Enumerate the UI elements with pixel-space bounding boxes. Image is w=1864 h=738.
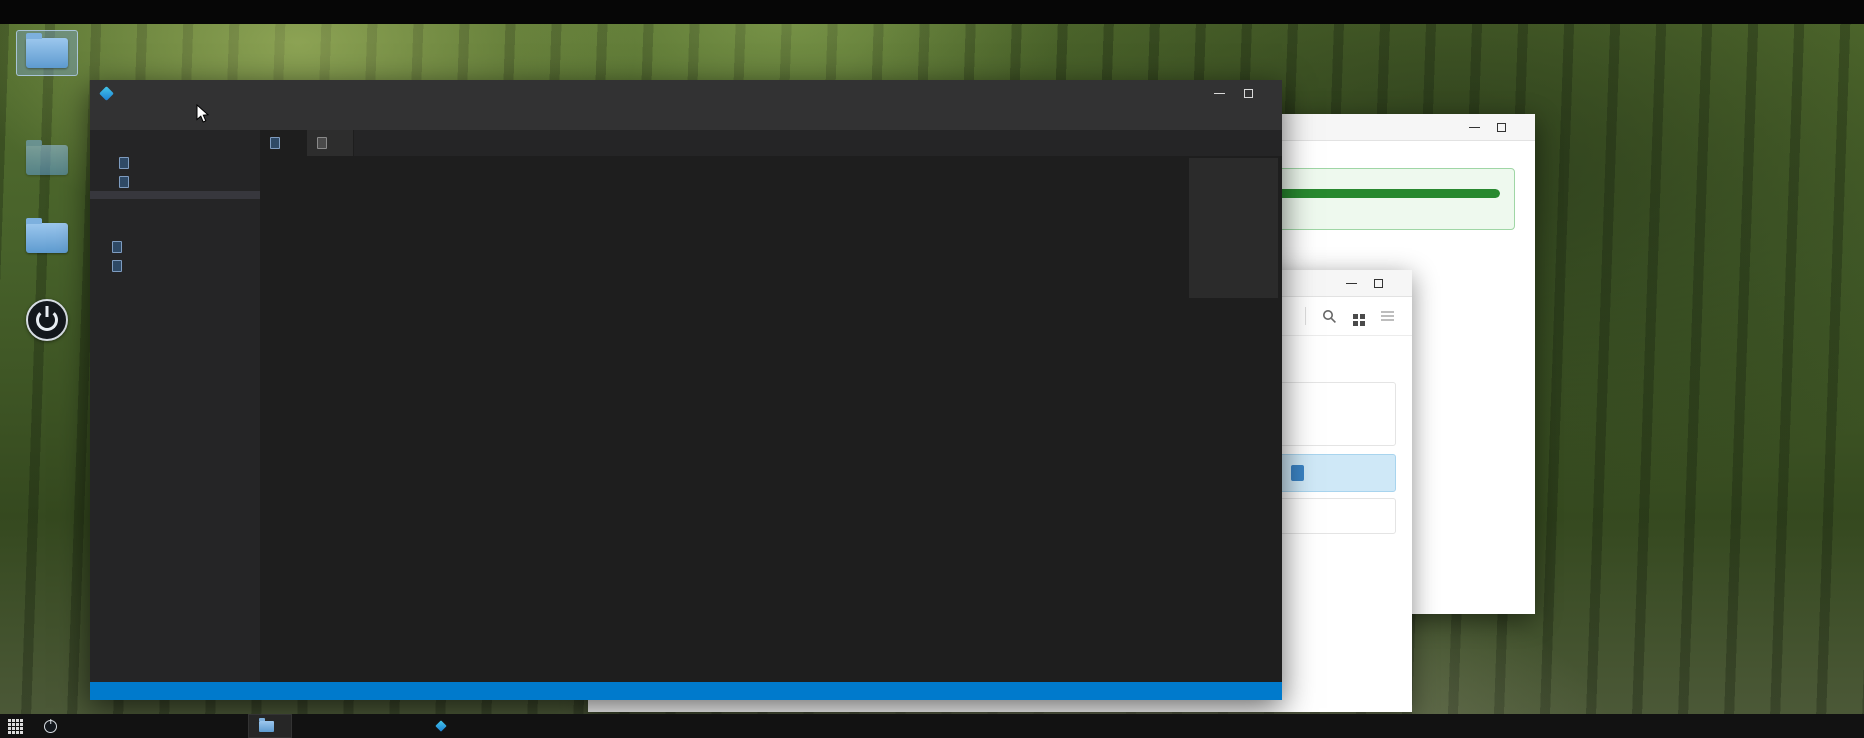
editor-pane: [260, 130, 1282, 682]
desktop: [0, 0, 1864, 738]
notepada-titlebar[interactable]: [90, 80, 1282, 106]
file-icon: [119, 157, 129, 169]
code-area[interactable]: [260, 156, 1282, 682]
notepada-window: [90, 80, 1282, 700]
minimize-icon[interactable]: [1469, 122, 1480, 133]
sidebar-header: [90, 130, 260, 145]
explorer-sidebar: [90, 130, 260, 682]
desktop-icon-hello-world[interactable]: [12, 138, 82, 186]
tab-bar: [260, 130, 1282, 156]
app-launcher-icon[interactable]: [8, 719, 11, 722]
tree-item-folder[interactable]: [90, 218, 260, 237]
minimize-icon[interactable]: [1346, 278, 1357, 289]
section-open-editors[interactable]: [90, 145, 260, 153]
maximize-icon[interactable]: [1496, 122, 1507, 133]
taskbar-item-ffmpeg-factory[interactable]: [34, 714, 74, 738]
power-icon: [26, 299, 68, 341]
tree-item-folder[interactable]: [90, 199, 260, 218]
folder-icon: [26, 145, 68, 175]
tab-index-html[interactable]: [260, 130, 307, 156]
tab-init-agi[interactable]: [307, 130, 354, 156]
desktop-icon-file-manager[interactable]: [12, 30, 82, 80]
file-icon: [1291, 465, 1304, 481]
status-bar: [90, 682, 1282, 700]
file-icon: [317, 137, 327, 149]
open-editor-item[interactable]: [90, 172, 260, 191]
selection-highlight: [16, 30, 78, 76]
folder-icon: [26, 223, 68, 253]
section-project-dummy[interactable]: [90, 191, 260, 199]
search-icon[interactable]: [1322, 309, 1337, 324]
folder-icon: [26, 38, 68, 68]
top-bar: [0, 0, 1864, 24]
mouse-cursor: [196, 104, 212, 124]
divider: [1305, 307, 1306, 325]
taskbar: [0, 714, 1864, 738]
desktop-icon-test[interactable]: [12, 216, 82, 264]
taskbar-item-file-manager[interactable]: [248, 714, 292, 738]
maximize-icon[interactable]: [1243, 88, 1254, 99]
tree-item-file[interactable]: [90, 256, 260, 275]
minimize-icon[interactable]: [1214, 88, 1225, 99]
list-view-icon[interactable]: [1381, 311, 1394, 313]
file-icon: [119, 176, 129, 188]
desktop-icon-ffmpeg-factory[interactable]: [12, 292, 82, 352]
file-icon: [270, 137, 280, 149]
maximize-icon[interactable]: [1373, 278, 1384, 289]
file-icon: [112, 241, 122, 253]
file-icon: [112, 260, 122, 272]
tree-item-file[interactable]: [90, 237, 260, 256]
taskbar-item-notepada[interactable]: [426, 714, 463, 738]
open-editor-item[interactable]: [90, 153, 260, 172]
menu-bar: [90, 106, 1282, 131]
power-icon: [44, 720, 57, 733]
notepada-logo-icon: [435, 720, 446, 731]
folder-icon: [259, 721, 274, 732]
notepada-logo-icon: [99, 86, 114, 101]
grid-view-icon[interactable]: [1353, 314, 1358, 319]
